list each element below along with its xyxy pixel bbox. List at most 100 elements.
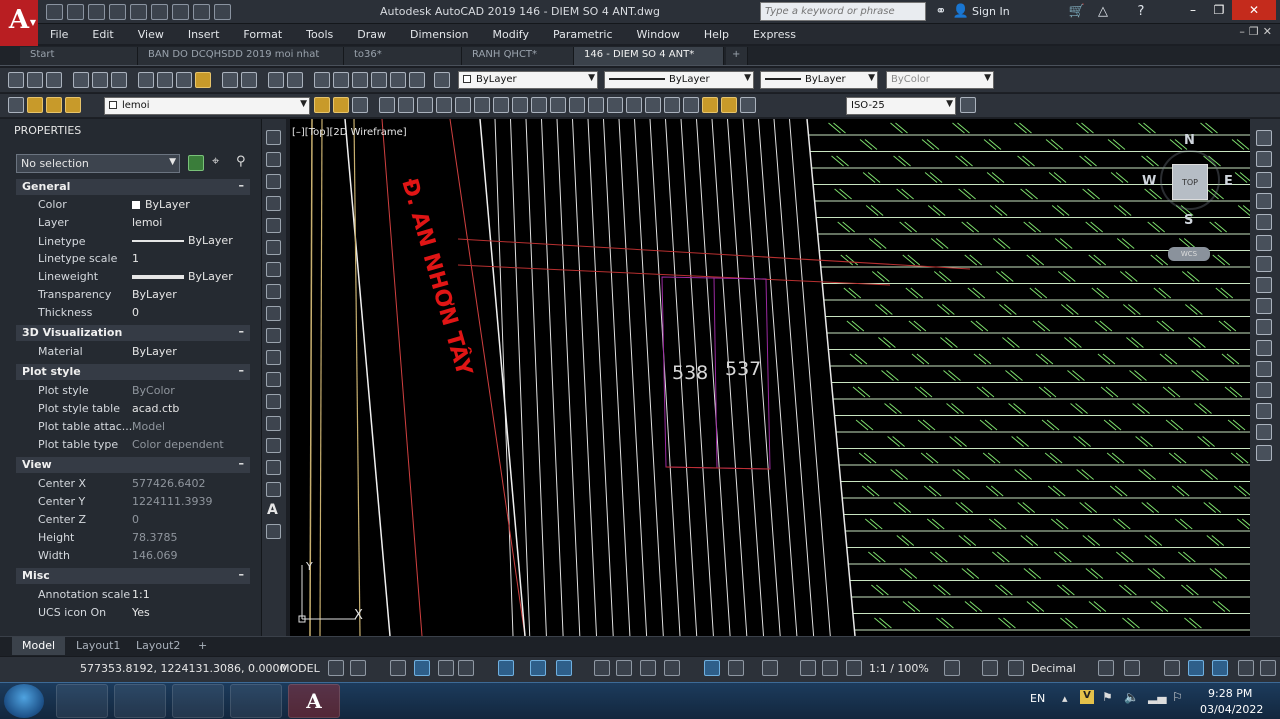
jogged-icon[interactable]: [474, 97, 490, 113]
sun-icon[interactable]: [46, 97, 62, 113]
arc-length-icon[interactable]: [417, 97, 433, 113]
dynamic-input-icon[interactable]: [414, 660, 430, 676]
units-value[interactable]: Decimal: [1031, 662, 1076, 675]
collapse-icon[interactable]: –: [239, 364, 245, 377]
prop-plot-style-table[interactable]: acad.ctb: [132, 402, 179, 415]
fullscreen-icon[interactable]: [1238, 660, 1254, 676]
green-app-icon[interactable]: [230, 684, 282, 718]
fillet-icon[interactable]: [1256, 424, 1272, 440]
share-icon[interactable]: [214, 4, 231, 20]
new-icon[interactable]: [8, 72, 24, 88]
spline-icon[interactable]: [266, 306, 281, 321]
auto-scale-icon[interactable]: [822, 660, 838, 676]
snap-icon[interactable]: [350, 660, 366, 676]
ordinate-icon[interactable]: [436, 97, 452, 113]
paste-icon[interactable]: [176, 72, 192, 88]
section-misc[interactable]: Misc –: [16, 568, 250, 584]
continue-icon[interactable]: [569, 97, 585, 113]
dimension-break-icon[interactable]: [607, 97, 623, 113]
break-icon[interactable]: [1256, 361, 1272, 377]
linetype-dropdown[interactable]: ByLayer ▼: [604, 71, 754, 89]
application-menu-button[interactable]: A ▼: [0, 0, 38, 46]
zoom-icon[interactable]: [287, 72, 303, 88]
rectangle-icon[interactable]: [266, 218, 281, 233]
move-icon[interactable]: [1256, 235, 1272, 251]
rotate-icon[interactable]: [1256, 256, 1272, 272]
new-file-icon[interactable]: [46, 4, 63, 20]
viewcube-top-face[interactable]: TOP: [1172, 164, 1208, 200]
center-mark-icon[interactable]: [645, 97, 661, 113]
section-view[interactable]: View –: [16, 457, 250, 473]
polar-tracking-icon[interactable]: [458, 660, 474, 676]
lineweight-dropdown[interactable]: ByLayer ▼: [760, 71, 878, 89]
save-as-icon[interactable]: [109, 4, 126, 20]
offset-icon[interactable]: [1256, 193, 1272, 209]
selection-cycling-icon[interactable]: [640, 660, 656, 676]
dimension-text-edit-icon[interactable]: [721, 97, 737, 113]
tray-expand-icon[interactable]: ▴: [1062, 692, 1068, 705]
prop-annotation-scale[interactable]: 1:1: [132, 588, 150, 601]
chamfer-icon[interactable]: [1256, 403, 1272, 419]
dimstyle-dropdown[interactable]: ISO-25 ▼: [846, 97, 956, 115]
arc-icon[interactable]: [266, 240, 281, 255]
3d-object-snap-icon[interactable]: [664, 660, 680, 676]
cursor-coordinates[interactable]: 577353.8192, 1224131.3086, 0.0000: [80, 662, 286, 675]
isolate-objects-icon[interactable]: [1164, 660, 1180, 676]
hatch-icon[interactable]: [266, 438, 281, 453]
pan-icon[interactable]: [268, 72, 284, 88]
publish-icon[interactable]: [111, 72, 127, 88]
prop-color[interactable]: ByLayer: [132, 198, 190, 211]
scale-icon[interactable]: [1256, 277, 1272, 293]
file-explorer-icon[interactable]: [172, 684, 224, 718]
tab-start[interactable]: Start: [20, 47, 138, 65]
quick-select-icon[interactable]: ⚲: [236, 154, 246, 169]
diameter-icon[interactable]: [493, 97, 509, 113]
redo-icon[interactable]: [193, 4, 210, 20]
section-plot-style[interactable]: Plot style –: [16, 364, 250, 380]
toggle-pickadd-icon[interactable]: [188, 155, 204, 171]
prop-linetype[interactable]: ByLayer: [132, 234, 233, 247]
collapse-icon[interactable]: –: [239, 325, 245, 338]
new-tab-button[interactable]: +: [726, 47, 748, 65]
aligned-dimension-icon[interactable]: [398, 97, 414, 113]
people-app-icon[interactable]: [114, 684, 166, 718]
section-general[interactable]: General –: [16, 179, 250, 195]
object-snap-icon[interactable]: [556, 660, 572, 676]
save-icon[interactable]: [46, 72, 62, 88]
object-snap-tracking-icon[interactable]: [530, 660, 546, 676]
tab-ranh-qhct[interactable]: RANH QHCT*: [462, 47, 574, 65]
design-center-icon[interactable]: [333, 72, 349, 88]
plot-icon[interactable]: [73, 72, 89, 88]
tab-ban-do[interactable]: BAN DO DCQHSDD 2019 moi nhat: [138, 47, 344, 65]
stretch-icon[interactable]: [1256, 298, 1272, 314]
menu-file[interactable]: File: [38, 28, 80, 41]
save-icon[interactable]: [88, 4, 105, 20]
sheet-set-icon[interactable]: [371, 72, 387, 88]
prop-linetype-scale[interactable]: 1: [132, 252, 139, 265]
menu-window[interactable]: Window: [625, 28, 692, 41]
units-icon[interactable]: [1008, 660, 1024, 676]
ellipse-arc-icon[interactable]: [266, 350, 281, 365]
compass-west[interactable]: W: [1142, 174, 1156, 189]
user-icon[interactable]: 👤: [952, 3, 970, 21]
layer-previous-icon[interactable]: [333, 97, 349, 113]
clean-screen-icon[interactable]: [1212, 660, 1228, 676]
language-indicator[interactable]: EN: [1030, 692, 1045, 705]
menu-help[interactable]: Help: [692, 28, 741, 41]
match-properties-icon[interactable]: [195, 72, 211, 88]
radius-icon[interactable]: [455, 97, 471, 113]
plotstyle-dropdown[interactable]: ByColor ▼: [886, 71, 994, 89]
autocad-taskbar-icon[interactable]: A: [288, 684, 340, 718]
tab-layout1[interactable]: Layout1: [66, 637, 130, 655]
collapse-icon[interactable]: –: [239, 568, 245, 581]
insert-block-icon[interactable]: [266, 372, 281, 387]
print-icon[interactable]: [151, 4, 168, 20]
lineweight-icon[interactable]: [594, 660, 610, 676]
annotation-scale-icon[interactable]: [846, 660, 862, 676]
tab-layout2[interactable]: Layout2: [126, 637, 190, 655]
revision-cloud-icon[interactable]: [266, 284, 281, 299]
maximize-icon[interactable]: ❐: [1206, 0, 1232, 20]
compass-south[interactable]: S: [1184, 213, 1193, 228]
menu-view[interactable]: View: [126, 28, 176, 41]
quick-properties-icon[interactable]: [1098, 660, 1114, 676]
